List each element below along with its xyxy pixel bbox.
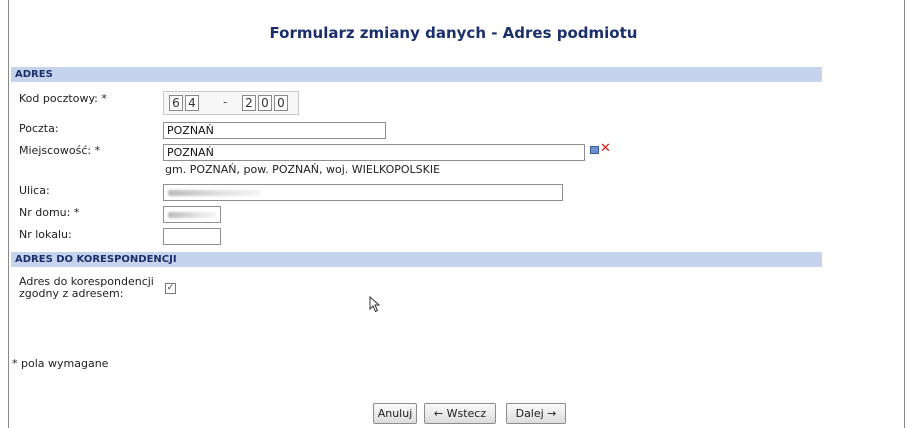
kod-digit-1[interactable]: 6 bbox=[169, 95, 183, 111]
redacted-ulica bbox=[168, 190, 260, 196]
kod-digit-5[interactable]: 0 bbox=[274, 95, 288, 111]
page-title: Formularz zmiany danych - Adres podmiotu bbox=[269, 24, 638, 42]
ulica-label: Ulica: bbox=[19, 184, 50, 197]
kod-digit-3[interactable]: 2 bbox=[242, 95, 256, 111]
nr-domu-input[interactable] bbox=[163, 206, 221, 223]
kod-digit-2[interactable]: 4 bbox=[185, 95, 199, 111]
poczta-label: Poczta: bbox=[19, 122, 59, 135]
nr-domu-label: Nr domu: * bbox=[19, 206, 80, 219]
korespondencja-label: Adres do korespondencji zgodny z adresem… bbox=[19, 276, 154, 300]
wstecz-button[interactable]: ← Wstecz bbox=[424, 403, 496, 424]
section-header-adres: ADRES bbox=[11, 67, 822, 82]
kod-separator: - bbox=[223, 95, 228, 109]
form-frame bbox=[8, 0, 905, 428]
korespondencja-label-line2: zgodny z adresem: bbox=[19, 287, 124, 300]
mouse-cursor-icon bbox=[369, 296, 381, 313]
miejscowosc-hint: gm. POZNAŃ, pow. POZNAŃ, woj. WIELKOPOLS… bbox=[165, 163, 441, 176]
clear-x-icon[interactable]: ✕ bbox=[600, 142, 611, 156]
miejscowosc-input[interactable]: POZNAŃ bbox=[163, 144, 585, 161]
redacted-nr-domu bbox=[168, 212, 216, 218]
kod-pocztowy-label: Kod pocztowy: * bbox=[19, 92, 107, 105]
nr-lokalu-label: Nr lokalu: bbox=[19, 228, 72, 241]
section-header-korespondencja: ADRES DO KORESPONDENCJI bbox=[11, 252, 822, 267]
kod-digit-4[interactable]: 0 bbox=[258, 95, 272, 111]
anuluj-button[interactable]: Anuluj bbox=[373, 403, 417, 424]
miejscowosc-label: Miejscowość: * bbox=[19, 144, 101, 157]
poczta-input[interactable]: POZNAŃ bbox=[163, 122, 386, 139]
kod-pocztowy-field: 6 4 - 2 0 0 bbox=[163, 91, 299, 115]
dalej-button[interactable]: Dalej → bbox=[506, 403, 566, 424]
korespondencja-checkbox[interactable]: ✓ bbox=[165, 283, 176, 294]
ulica-input[interactable] bbox=[163, 184, 563, 201]
table-icon[interactable] bbox=[590, 146, 599, 154]
nr-lokalu-input[interactable] bbox=[163, 228, 221, 245]
required-note: * pola wymagane bbox=[12, 357, 109, 370]
